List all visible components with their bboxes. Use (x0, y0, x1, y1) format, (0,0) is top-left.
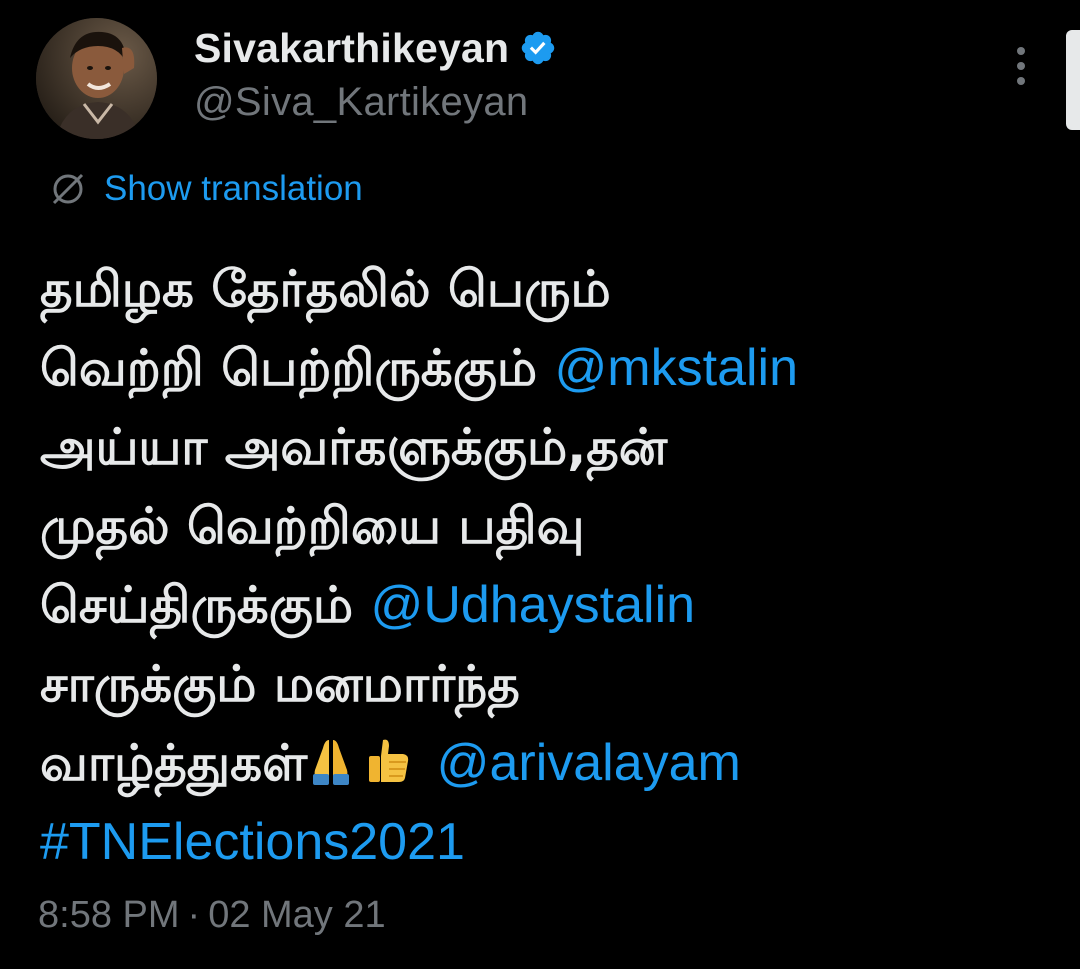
thumbs-up-icon (363, 730, 411, 782)
scrollbar-edge[interactable] (1066, 30, 1080, 130)
avatar[interactable] (36, 18, 157, 139)
show-translation-link[interactable]: Show translation (46, 168, 363, 210)
globe-icon (46, 167, 90, 211)
tweet-body: தமிழக தேர்தலில் பெரும் வெற்றி பெற்றிருக்… (40, 250, 1050, 882)
tweet-text-segment: செய்திருக்கும் (40, 576, 371, 634)
tweet-date[interactable]: 02 May 21 (208, 894, 385, 936)
mention-link[interactable]: @arivalayam (437, 734, 741, 792)
tweet-text-segment: வெற்றி பெற்றிருக்கும் (40, 339, 555, 397)
mention-link[interactable]: @Udhaystalin (371, 576, 696, 634)
show-translation-label[interactable]: Show translation (104, 169, 363, 209)
tweet-line: அய்யா அவர்களுக்கும்,தன் (40, 418, 668, 476)
verified-badge-icon (519, 29, 557, 67)
folded-hands-icon (307, 730, 355, 785)
mention-link[interactable]: @mkstalin (555, 339, 799, 397)
tweet-line: தமிழக தேர்தலில் பெரும் (40, 260, 611, 318)
tweet-line: வெற்றி பெற்றிருக்கும் @mkstalin (40, 329, 1050, 408)
tweet-card: Sivakarthikeyan @Siva_Kartikeyan Show tr… (0, 0, 1080, 969)
meta-separator: · (187, 894, 201, 936)
tweet-line: வாழ்த்துகள் @arivalayam (40, 724, 1050, 803)
tweet-timestamp[interactable]: 8:58 PM · 02 May 21 (38, 894, 386, 937)
tweet-time[interactable]: 8:58 PM (38, 894, 180, 936)
tweet-line: முதல் வெற்றியை பதிவு (40, 497, 585, 555)
tweet-line: சாருக்கும் மனமார்ந்த (40, 655, 520, 713)
hashtag-link[interactable]: #TNElections2021 (40, 803, 1050, 882)
tweet-line: செய்திருக்கும் @Udhaystalin (40, 566, 1050, 645)
tweet-text-segment: வாழ்த்துகள் (40, 734, 308, 792)
more-vertical-icon[interactable] (1006, 44, 1036, 88)
author-name-row[interactable]: Sivakarthikeyan (194, 22, 557, 74)
author-display-name[interactable]: Sivakarthikeyan (194, 25, 509, 72)
author-handle[interactable]: @Siva_Kartikeyan (194, 80, 528, 125)
